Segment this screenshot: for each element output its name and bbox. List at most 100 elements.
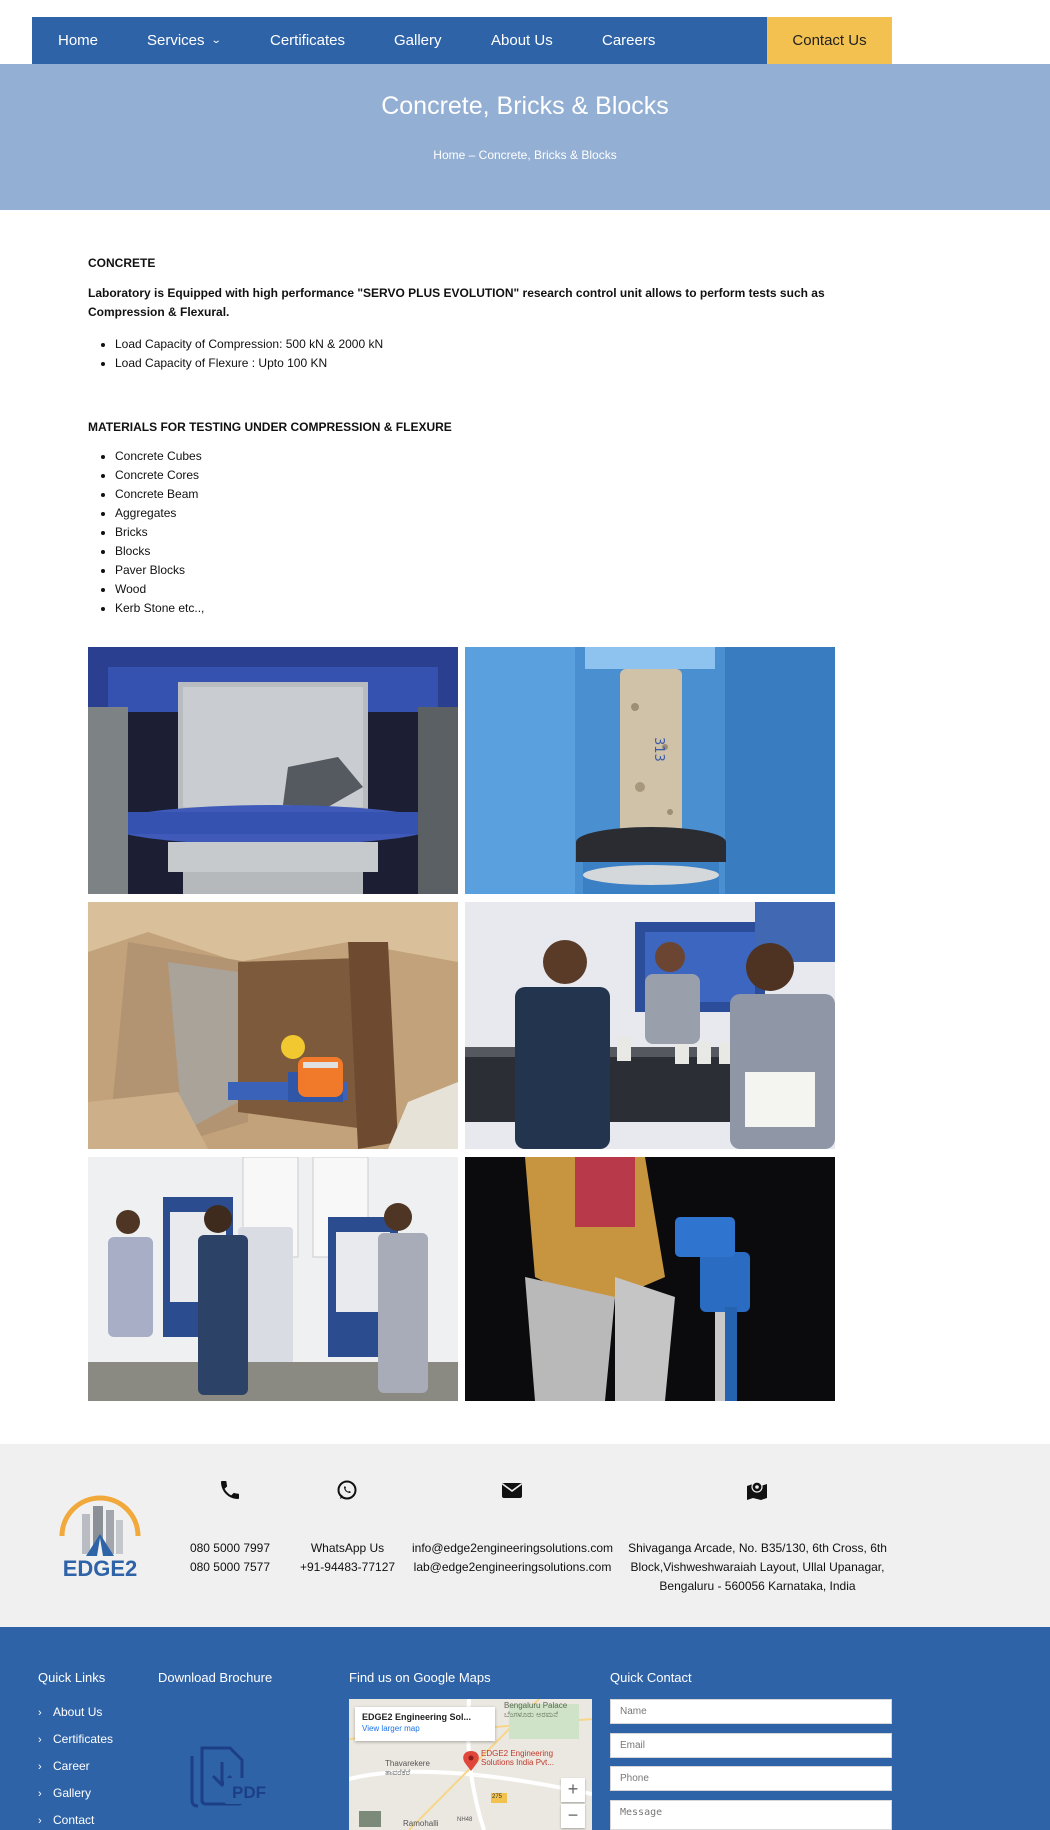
map-road-shield: 275 bbox=[492, 1794, 503, 1800]
nav-gallery-label: Gallery bbox=[394, 32, 442, 49]
nav-home[interactable]: Home bbox=[58, 17, 98, 64]
concrete-core-compression-photo[interactable]: 313 bbox=[465, 647, 835, 894]
chevron-right-icon: › bbox=[38, 1815, 42, 1827]
map-place-label-text: Bengaluru Palace bbox=[504, 1701, 568, 1710]
footer-link-career[interactable]: › Career bbox=[38, 1753, 113, 1780]
footer-link-label: About Us bbox=[53, 1705, 103, 1719]
list-item: Load Capacity of Flexure : Upto 100 KN bbox=[115, 354, 838, 373]
concrete-heading: CONCRETE bbox=[88, 256, 156, 270]
nav-gallery[interactable]: Gallery bbox=[394, 17, 442, 64]
nav-careers-label: Careers bbox=[602, 32, 656, 49]
map-area-label: Ramohalli bbox=[403, 1819, 439, 1828]
phone-number-2[interactable]: 080 5000 7577 bbox=[175, 1558, 285, 1577]
list-item: Load Capacity of Compression: 500 kN & 2… bbox=[115, 335, 838, 354]
email-lab[interactable]: lab@edge2engineeringsolutions.com bbox=[405, 1558, 620, 1577]
capacity-list: Load Capacity of Compression: 500 kN & 2… bbox=[88, 335, 838, 373]
lab-description: Laboratory is Equipped with high perform… bbox=[88, 286, 825, 319]
footer-link-label: Gallery bbox=[53, 1786, 92, 1800]
list-item: Bricks bbox=[115, 523, 838, 542]
view-larger-map-link[interactable]: View larger map bbox=[362, 1724, 488, 1733]
nav-services[interactable]: Services ⌄ bbox=[147, 17, 222, 64]
list-item: Kerb Stone etc.., bbox=[115, 599, 838, 618]
email-info[interactable]: info@edge2engineeringsolutions.com bbox=[405, 1539, 620, 1558]
list-item: Aggregates bbox=[115, 504, 838, 523]
list-item: Blocks bbox=[115, 542, 838, 561]
map-pin-label-text: EDGE2 Engineering bbox=[481, 1749, 554, 1758]
map-area-label-text: Thavarekere bbox=[385, 1759, 430, 1768]
svg-text:313: 313 bbox=[651, 737, 666, 762]
pdf-download-icon[interactable]: PDF bbox=[172, 1744, 276, 1808]
address-line-3: Bengaluru - 560056 Karnataka, India bbox=[659, 1579, 856, 1593]
list-item: Concrete Cores bbox=[115, 466, 838, 485]
whatsapp-number[interactable]: +91-94483-77127 bbox=[290, 1558, 405, 1577]
nav-about-us[interactable]: About Us bbox=[491, 17, 553, 64]
breadcrumb: Home – Concrete, Bricks & Blocks bbox=[433, 148, 617, 162]
nav-home-label: Home bbox=[58, 32, 99, 49]
quick-links-list: › About Us › Certificates › Career › Gallery… bbox=[38, 1699, 113, 1830]
contact-us-label: Contact Us bbox=[792, 32, 867, 49]
concrete-cube-compression-photo[interactable] bbox=[88, 647, 458, 894]
address-line-1: Shivaganga Arcade, No. B35/130, 6th Cros… bbox=[628, 1541, 887, 1555]
name-field[interactable]: Name bbox=[610, 1699, 892, 1724]
whatsapp-icon bbox=[337, 1480, 357, 1500]
field-core-cutting-pit-photo[interactable] bbox=[88, 902, 458, 1149]
footer-link-contact[interactable]: › Contact bbox=[38, 1807, 113, 1830]
map-place-label: Bengaluru Palace ಬೆಂಗಳೂರು ಅರಮನೆ bbox=[504, 1701, 567, 1720]
main-navigation: Home Services ⌄ Certificates Gallery Abou… bbox=[32, 17, 892, 64]
map-place-label-text: ಬೆಂಗಳೂರು ಅರಮನೆ bbox=[504, 1710, 558, 1719]
map-area-label: Thavarekere ತಾವರೆಕೆರೆ bbox=[385, 1759, 430, 1777]
night-core-drilling-photo[interactable] bbox=[465, 1157, 835, 1401]
map-place-card[interactable]: EDGE2 Engineering Sol... View larger map bbox=[355, 1707, 495, 1741]
photo-gallery: 313 bbox=[88, 647, 836, 1401]
quick-contact-heading: Quick Contact bbox=[610, 1670, 692, 1685]
edge2-logo[interactable]: EDGE2 bbox=[48, 1486, 152, 1580]
main-content: CONCRETE Laboratory is Equipped with hig… bbox=[88, 256, 838, 618]
maps-heading: Find us on Google Maps bbox=[349, 1670, 491, 1685]
email-field[interactable]: Email bbox=[610, 1733, 892, 1758]
footer-link-label: Certificates bbox=[53, 1732, 114, 1746]
nav-certificates[interactable]: Certificates bbox=[270, 17, 345, 64]
footer-link-label: Career bbox=[53, 1759, 90, 1773]
page-hero: Concrete, Bricks & Blocks Home – Concret… bbox=[0, 64, 1050, 210]
quick-links-heading: Quick Links bbox=[38, 1670, 106, 1685]
message-field[interactable]: Message bbox=[610, 1800, 892, 1830]
footer-link-certificates[interactable]: › Certificates bbox=[38, 1726, 113, 1753]
map-zoom-out-button[interactable]: − bbox=[561, 1804, 585, 1828]
materials-list: Concrete Cubes Concrete Cores Concrete B… bbox=[88, 447, 838, 618]
phone-numbers: 080 5000 7997 080 5000 7577 bbox=[175, 1539, 285, 1577]
list-item: Paver Blocks bbox=[115, 561, 838, 580]
chevron-right-icon: › bbox=[38, 1734, 42, 1746]
chevron-right-icon: › bbox=[38, 1707, 42, 1719]
footer-link-about-us[interactable]: › About Us bbox=[38, 1699, 113, 1726]
page-title: Concrete, Bricks & Blocks bbox=[381, 92, 669, 120]
map-road-label: NH48 bbox=[457, 1817, 473, 1823]
chevron-down-icon: ⌄ bbox=[210, 35, 222, 46]
map-pin-label: EDGE2 Engineering Solutions India Pvt... bbox=[481, 1749, 554, 1767]
materials-heading: MATERIALS FOR TESTING UNDER COMPRESSION … bbox=[88, 420, 452, 434]
phone-icon bbox=[221, 1481, 239, 1499]
map-marker-icon bbox=[747, 1481, 767, 1500]
phone-field[interactable]: Phone bbox=[610, 1766, 892, 1791]
nav-certificates-label: Certificates bbox=[270, 32, 346, 49]
address-line-2: Block,Vishweshwaraiah Layout, Ullal Upan… bbox=[630, 1560, 885, 1574]
phone-number-1[interactable]: 080 5000 7997 bbox=[175, 1539, 285, 1558]
email-addresses: info@edge2engineeringsolutions.com lab@e… bbox=[405, 1539, 620, 1577]
site-footer: Quick Links › About Us › Certificates › Car… bbox=[0, 1627, 1050, 1830]
footer-link-gallery[interactable]: › Gallery bbox=[38, 1780, 113, 1807]
whatsapp-label[interactable]: WhatsApp Us bbox=[290, 1539, 405, 1558]
map-area-label-text: ತಾವರೆಕೆರೆ bbox=[385, 1768, 411, 1777]
map-pin-label-text: Solutions India Pvt... bbox=[481, 1758, 554, 1767]
list-item: Concrete Cubes bbox=[115, 447, 838, 466]
contact-strip: EDGE2 080 5000 7997 080 5000 7577 WhatsA… bbox=[0, 1444, 1050, 1627]
whatsapp-contact: WhatsApp Us +91-94483-77127 bbox=[290, 1539, 405, 1577]
logo-wordmark: EDGE2 bbox=[63, 1556, 138, 1580]
lab-testing-machines-photo[interactable] bbox=[88, 1157, 458, 1401]
nav-careers[interactable]: Careers bbox=[602, 17, 655, 64]
footer-link-label: Contact bbox=[53, 1813, 95, 1827]
contact-us-button[interactable]: Contact Us bbox=[767, 17, 892, 64]
envelope-icon bbox=[502, 1483, 522, 1498]
lab-technicians-samples-photo[interactable] bbox=[465, 902, 835, 1149]
map-zoom-in-button[interactable]: + bbox=[561, 1778, 585, 1802]
pdf-label: PDF bbox=[232, 1783, 266, 1802]
google-map-embed[interactable]: EDGE2 Engineering Sol... View larger map… bbox=[349, 1699, 592, 1830]
